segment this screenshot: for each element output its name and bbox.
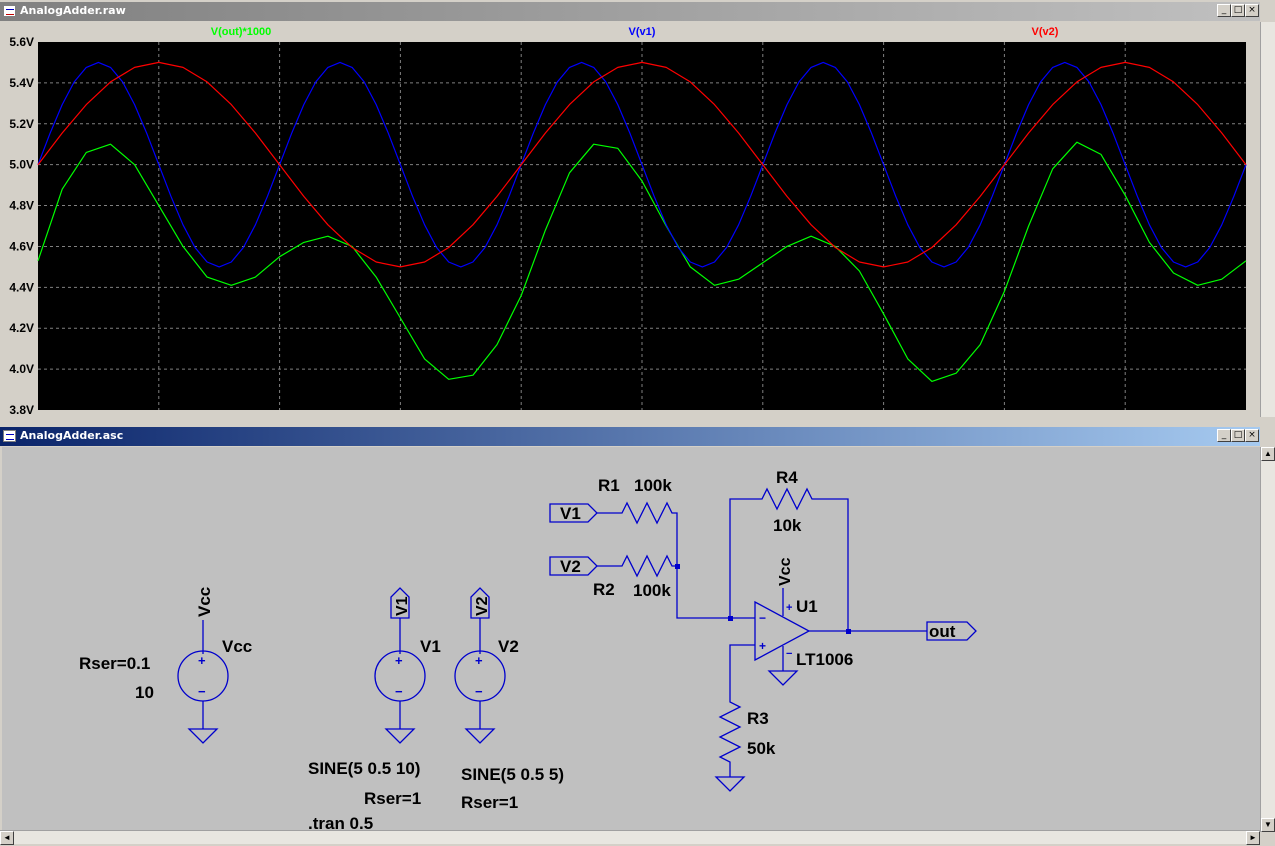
y-tick-label: 5.0V (9, 158, 34, 172)
vcc-rser[interactable]: Rser=0.1 (79, 654, 150, 673)
schematic-window: AnalogAdder.asc _ □ × Vcc Vcc Rser=0.1 1… (0, 426, 1275, 846)
y-tick-label: 3.8V (9, 403, 34, 417)
v2-source-name[interactable]: V2 (498, 637, 519, 656)
scroll-up-button[interactable]: ▲ (1261, 447, 1275, 461)
y-tick-label: 4.8V (9, 199, 34, 213)
plot-minimize-button[interactable]: _ (1217, 4, 1231, 17)
v1-plus-sign: + (395, 653, 403, 668)
opamp-supply-plus: + (786, 602, 792, 614)
scroll-right-button[interactable]: ► (1246, 831, 1260, 845)
legend-v1[interactable]: V(v1) (629, 26, 656, 38)
opamp-name[interactable]: U1 (796, 597, 818, 616)
opamp-inverting-sign: − (759, 611, 766, 625)
v1-sine-value[interactable]: SINE(5 0.5 10) (308, 759, 420, 778)
r3-value[interactable]: 50k (747, 739, 776, 758)
vcc-plus-sign: + (198, 653, 206, 668)
plot-window: AnalogAdder.raw _ □ × 0ms50ms100ms150ms2… (0, 0, 1275, 426)
scroll-down-button[interactable]: ▼ (1261, 818, 1275, 832)
r4-name[interactable]: R4 (776, 468, 798, 487)
vcc-minus-sign: − (198, 684, 206, 699)
v1-rser[interactable]: Rser=1 (364, 789, 421, 808)
tran-directive[interactable]: .tran 0.5 (308, 814, 373, 830)
v1-minus-sign: − (395, 684, 403, 699)
scroll-left-button[interactable]: ◄ (0, 831, 14, 845)
legend-v2[interactable]: V(v2) (1032, 26, 1059, 38)
v2-rser[interactable]: Rser=1 (461, 793, 518, 812)
waveform-icon (3, 5, 16, 17)
opamp-noninverting-sign: + (759, 639, 766, 653)
r2-value[interactable]: 100k (633, 581, 671, 600)
v2-net-label[interactable]: V2 (474, 596, 491, 616)
y-tick-label: 4.0V (9, 362, 34, 376)
y-tick-label: 4.4V (9, 280, 34, 294)
vcc-value[interactable]: 10 (135, 683, 154, 702)
legend-vout[interactable]: V(out)*1000 (211, 26, 272, 38)
opamp-supply-label[interactable]: Vcc (777, 557, 794, 586)
out-label[interactable]: out (929, 622, 956, 641)
v2-plus-sign: + (475, 653, 483, 668)
schematic-icon (3, 430, 16, 442)
schematic-horizontal-scrollbar[interactable]: ◄ ► (0, 830, 1260, 845)
schematic-close-button[interactable]: × (1245, 429, 1259, 442)
schematic-minimize-button[interactable]: _ (1217, 429, 1231, 442)
plot-vertical-scrollbar[interactable] (1260, 22, 1275, 417)
r3-name[interactable]: R3 (747, 709, 769, 728)
r2-name[interactable]: R2 (593, 580, 615, 599)
y-tick-label: 5.6V (9, 35, 34, 49)
v1-net-label[interactable]: V1 (394, 596, 411, 616)
v2-sine-value[interactable]: SINE(5 0.5 5) (461, 765, 564, 784)
in1-label[interactable]: V1 (560, 504, 581, 523)
waveform-plot[interactable]: 0ms50ms100ms150ms200ms250ms300ms350ms400… (0, 22, 1258, 417)
r1-value[interactable]: 100k (634, 476, 672, 495)
r1-name[interactable]: R1 (598, 476, 620, 495)
in2-label[interactable]: V2 (560, 557, 581, 576)
v2-minus-sign: − (475, 684, 483, 699)
schematic-restore-button[interactable]: □ (1231, 429, 1245, 442)
plot-titlebar[interactable]: AnalogAdder.raw _ □ × (0, 2, 1260, 21)
y-tick-label: 5.4V (9, 76, 34, 90)
v1-source-name[interactable]: V1 (420, 637, 441, 656)
plot-close-button[interactable]: × (1245, 4, 1259, 17)
vcc-net-label[interactable]: Vcc (195, 587, 214, 617)
schematic-window-title: AnalogAdder.asc (20, 429, 124, 442)
r4-value[interactable]: 10k (773, 516, 802, 535)
vcc-source-name[interactable]: Vcc (222, 637, 252, 656)
schematic-titlebar[interactable]: AnalogAdder.asc _ □ × (0, 427, 1260, 446)
plot-window-title: AnalogAdder.raw (20, 4, 126, 17)
schematic-vertical-scrollbar[interactable]: ▲ ▼ (1260, 447, 1275, 832)
y-tick-label: 5.2V (9, 117, 34, 131)
opamp-supply-minus: − (786, 648, 792, 660)
plot-restore-button[interactable]: □ (1231, 4, 1245, 17)
y-tick-label: 4.6V (9, 239, 34, 253)
y-tick-label: 4.2V (9, 321, 34, 335)
schematic-canvas[interactable]: Vcc Vcc Rser=0.1 10 V1 V1 SINE(5 0.5 10)… (2, 447, 1260, 830)
opamp-model[interactable]: LT1006 (796, 650, 853, 669)
